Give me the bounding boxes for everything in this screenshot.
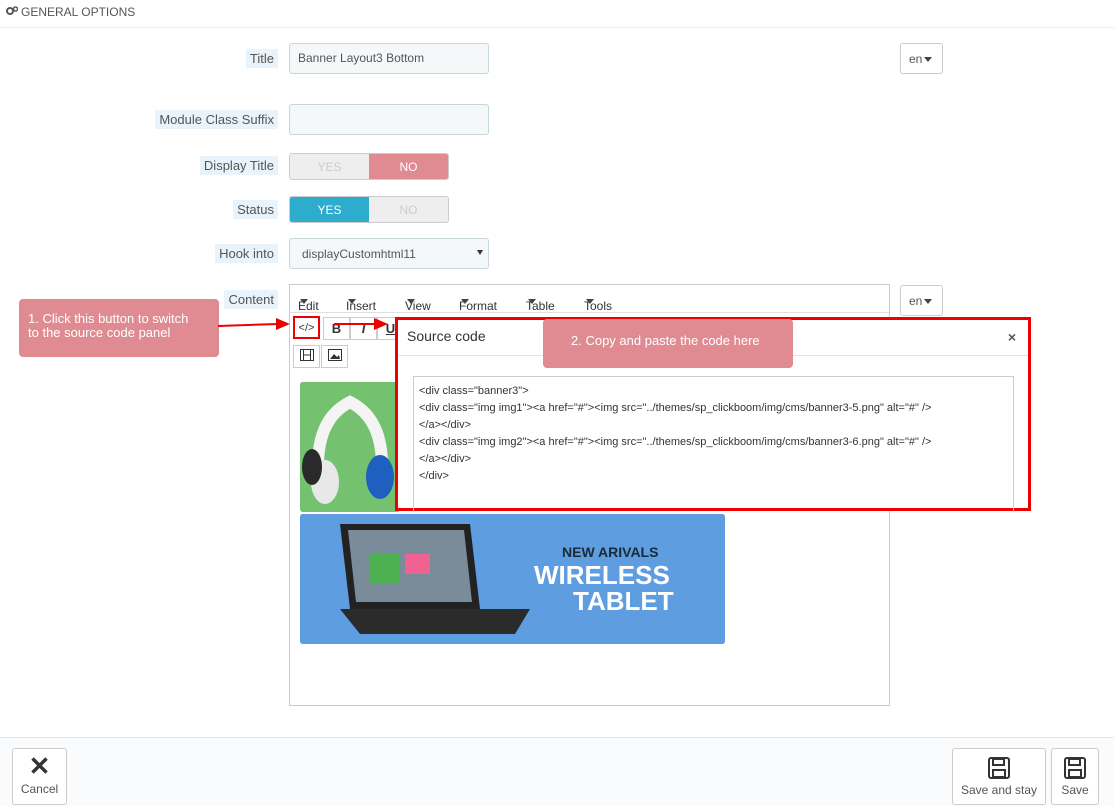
banner-line3: TABLET — [573, 586, 674, 616]
close-icon: ✕ — [28, 751, 51, 781]
display-title-switch[interactable]: YES NO — [289, 153, 449, 180]
image-icon — [327, 349, 342, 361]
floppy-icon — [1064, 757, 1086, 779]
caret-down-icon — [924, 299, 933, 305]
content-lang-dropdown[interactable]: en — [900, 285, 943, 316]
module-class-suffix-label: Module Class Suffix — [0, 110, 278, 129]
title-input[interactable]: Banner Layout3 Bottom — [289, 43, 489, 74]
floppy-icon — [988, 757, 1010, 779]
hook-into-select[interactable]: displayCustomhtml11 — [289, 238, 489, 269]
title-lang-dropdown[interactable]: en — [900, 43, 943, 74]
save-and-stay-button[interactable]: Save and stay — [952, 748, 1046, 805]
status-yes[interactable]: YES — [290, 197, 369, 222]
film-icon — [299, 349, 314, 361]
form-footer: ✕ Cancel Save and stay Save — [0, 737, 1114, 806]
panel-heading: GENERAL OPTIONS — [0, 0, 1114, 28]
status-switch[interactable]: YES NO — [289, 196, 449, 223]
display-title-label: Display Title — [0, 156, 278, 175]
gears-icon — [6, 6, 19, 19]
status-label: Status — [0, 200, 278, 219]
source-code-textarea[interactable]: <div class="banner3"> <div class="img im… — [413, 376, 1014, 512]
arrow-annotation — [218, 318, 388, 330]
module-class-suffix-input[interactable] — [289, 104, 489, 135]
close-icon[interactable]: × — [1008, 329, 1016, 345]
callout-step1: 1. Click this button to switch to the so… — [19, 299, 219, 357]
cancel-button[interactable]: ✕ Cancel — [12, 748, 67, 805]
display-title-no[interactable]: NO — [369, 154, 448, 179]
image-button[interactable] — [321, 345, 348, 368]
display-title-yes[interactable]: YES — [290, 154, 369, 179]
title-label: Title — [0, 49, 278, 68]
callout-step2: 2. Copy and paste the code here — [543, 319, 793, 368]
code-line: <div class="img img2"><a href="#"><img s… — [419, 436, 932, 448]
code-line: </a></div> — [419, 453, 471, 465]
select-arrow-icon — [477, 250, 483, 255]
code-line: <div class="img img1"><a href="#"><img s… — [419, 402, 932, 414]
panel-title: GENERAL OPTIONS — [21, 5, 136, 19]
hook-into-label: Hook into — [0, 244, 278, 263]
banner-tablet-image: NEW ARIVALS WIRELESS TABLET — [300, 514, 725, 644]
banner-headphones-image — [300, 382, 400, 512]
dialog-title: Source code — [407, 328, 486, 344]
status-no[interactable]: NO — [369, 197, 448, 222]
caret-down-icon — [924, 57, 933, 63]
code-line: </div> — [419, 470, 449, 482]
media-button[interactable] — [293, 345, 320, 368]
save-button[interactable]: Save — [1051, 748, 1099, 805]
code-line: <div class="banner3"> — [419, 385, 529, 397]
banner-line1: NEW ARIVALS — [562, 544, 659, 560]
code-line: </a></div> — [419, 419, 471, 431]
editor-menubar: Edit Insert View Format Table Tools — [290, 285, 889, 313]
